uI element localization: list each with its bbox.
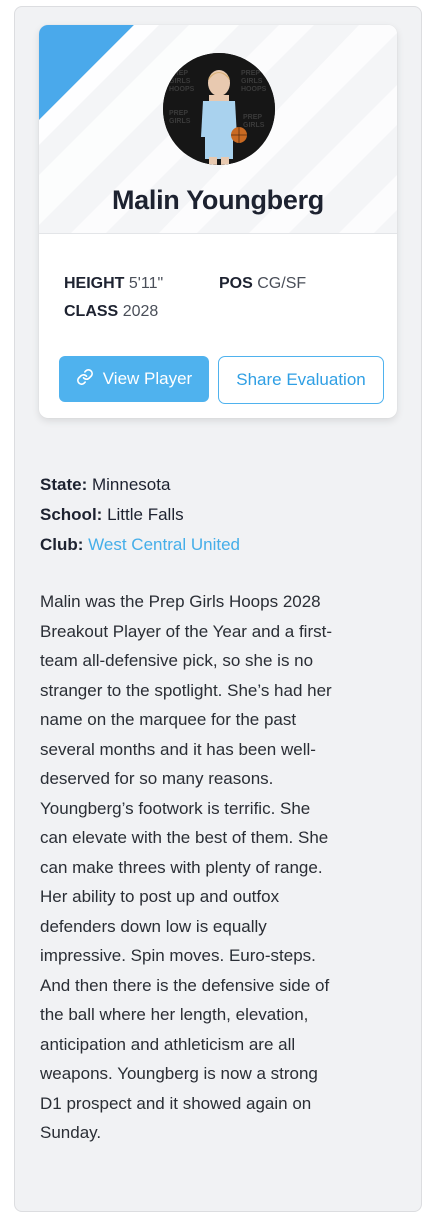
player-name: Malin Youngberg (111, 185, 324, 215)
club-link[interactable]: West Central United (88, 535, 240, 554)
detail-club: Club: West Central United (40, 530, 240, 560)
stat-position-label: POS (219, 275, 253, 292)
view-player-button[interactable]: View Player (59, 356, 209, 402)
svg-text:HOOPS: HOOPS (169, 86, 195, 93)
bio-line: impressive. Spin moves. Euro-steps. (40, 946, 316, 965)
stat-class-label: CLASS (64, 303, 119, 320)
link-icon (76, 368, 94, 391)
bio-line: can make threes with plenty of range. (40, 857, 323, 877)
stat-height-value: 5'11" (128, 275, 164, 292)
view-player-label: View Player (102, 369, 193, 388)
detail-state-label: State: (40, 475, 88, 494)
detail-school-label: School: (40, 505, 103, 524)
bio-line: deserved for so many reasons. (40, 769, 274, 788)
bio-line: stranger to the spotlight. She’s had her (40, 680, 332, 700)
stat-height-label: HEIGHT (64, 275, 125, 292)
bio-line: D1 prospect and it showed again on (40, 1093, 312, 1113)
stat-position-value: CG/SF (257, 275, 307, 292)
player-bio: Malin was the Prep Girls Hoops 2028 Brea… (40, 587, 390, 1148)
detail-school: School: Little Falls (40, 500, 240, 530)
bio-line: Breakout Player of the Year and a first- (40, 621, 333, 641)
player-card-header: PREP GIRLS HOOPS PREP GIRLS HOOPS PREP GIRLS … (39, 25, 397, 234)
stat-class: CLASS 2028 (64, 303, 158, 321)
player-panel: PREP GIRLS HOOPS PREP GIRLS HOOPS PREP GIRLS … (14, 6, 422, 1212)
stat-position: POS CG/SF (219, 275, 306, 293)
share-evaluation-label: Share Evaluation (236, 370, 366, 389)
bio-line: weapons. Youngberg is now a strong (40, 1064, 318, 1083)
bio-line: defenders down low is equally (40, 916, 267, 936)
svg-text:HOOPS: HOOPS (241, 86, 267, 93)
bio-line: name on the marquee for the past (40, 710, 297, 729)
svg-text:GIRLS: GIRLS (169, 118, 191, 125)
svg-text:PREP: PREP (243, 114, 262, 121)
svg-text:PREP: PREP (241, 70, 260, 77)
bio-line: several months and it has been well- (40, 739, 316, 759)
svg-text:GIRLS: GIRLS (241, 78, 263, 85)
player-details: State: Minnesota School: Little Falls Cl… (40, 470, 240, 560)
player-card: PREP GIRLS HOOPS PREP GIRLS HOOPS PREP GIRLS … (39, 25, 397, 418)
share-evaluation-button[interactable]: Share Evaluation (218, 356, 384, 404)
detail-school-value: Little Falls (107, 505, 184, 524)
bio-line: can elevate with the best of them. She (40, 828, 329, 847)
stat-class-value: 2028 (122, 303, 159, 320)
bio-line: And then there is the defensive side of (40, 975, 330, 995)
bio-line: anticipation and athleticism are all (40, 1034, 296, 1054)
detail-club-label: Club: (40, 535, 84, 554)
player-photo: PREP GIRLS HOOPS PREP GIRLS HOOPS PREP GIRLS … (163, 53, 275, 165)
bio-line: the ball where her length, elevation, (40, 1005, 309, 1024)
svg-text:PREP: PREP (169, 110, 188, 117)
bio-line: team all-defensive pick, so she is no (40, 651, 314, 670)
detail-state-value: Minnesota (91, 475, 171, 494)
stat-height: HEIGHT 5'11" (64, 275, 163, 293)
bio-line: Malin was the Prep Girls Hoops 2028 (40, 592, 321, 611)
svg-text:GIRLS: GIRLS (243, 122, 265, 129)
bio-line: Sunday. (40, 1123, 102, 1142)
bio-line: Youngberg’s footwork is terrific. She (40, 798, 311, 818)
bio-line: Her ability to post up and outfox (40, 887, 280, 906)
svg-text:GIRLS: GIRLS (169, 78, 191, 85)
detail-state: State: Minnesota (40, 470, 240, 500)
